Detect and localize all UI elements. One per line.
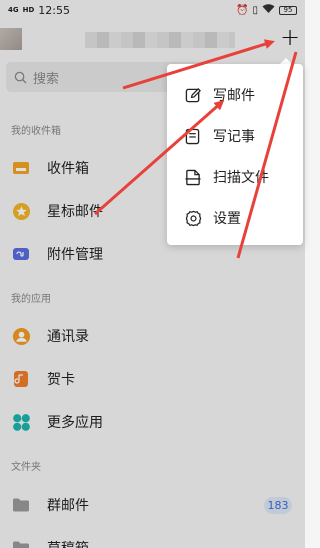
add-menu: 写邮件 写记事 扫描文件 设置 <box>167 64 303 245</box>
menu-item-label: 写邮件 <box>213 88 255 104</box>
menu-item-scan[interactable]: 扫描文件 <box>167 157 303 197</box>
menu-item-settings[interactable]: 设置 <box>167 198 303 238</box>
menu-item-label: 扫描文件 <box>213 170 269 186</box>
compose-icon <box>185 87 201 102</box>
menu-item-label: 写记事 <box>213 129 255 145</box>
scan-icon <box>185 169 201 185</box>
note-icon <box>185 128 200 144</box>
menu-item-note[interactable]: 写记事 <box>167 116 303 156</box>
menu-item-compose[interactable]: 写邮件 <box>167 75 303 115</box>
menu-item-label: 设置 <box>213 211 241 227</box>
gear-icon <box>185 210 202 226</box>
